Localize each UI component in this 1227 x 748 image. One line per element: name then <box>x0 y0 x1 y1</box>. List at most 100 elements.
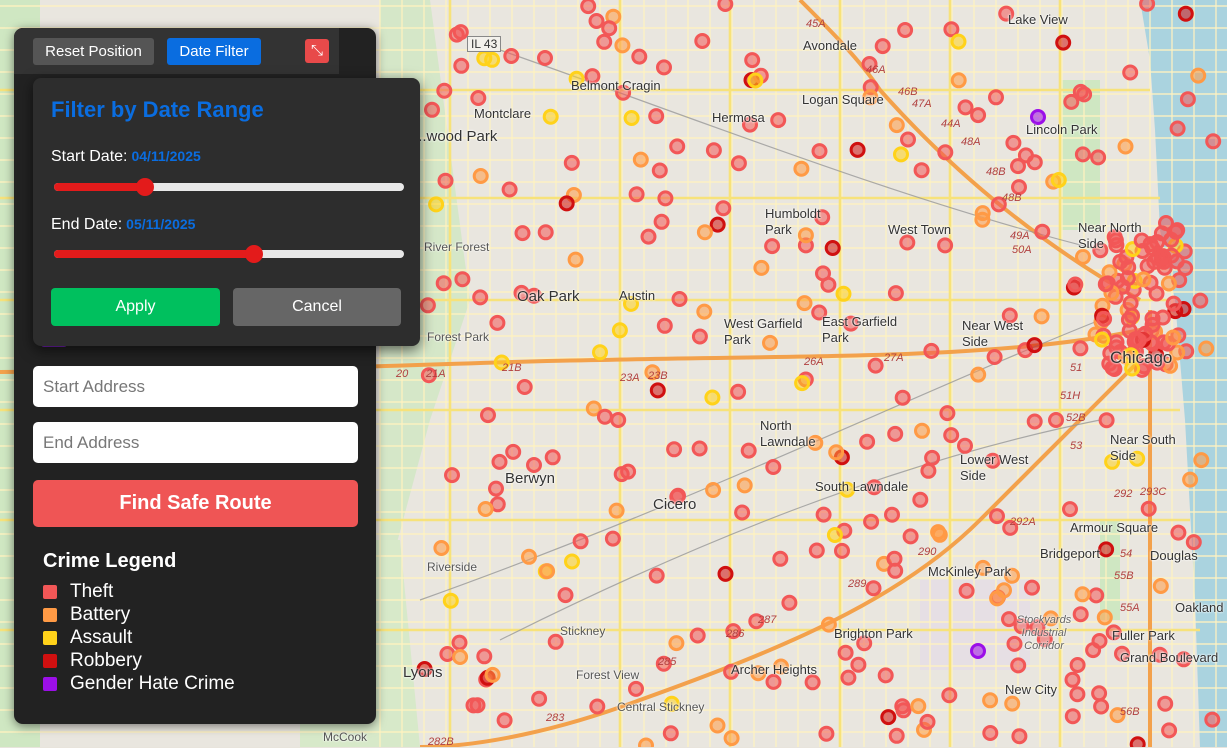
crime-marker[interactable] <box>1192 292 1209 309</box>
crime-marker[interactable] <box>631 48 648 65</box>
crime-marker[interactable] <box>811 143 828 160</box>
crime-marker[interactable] <box>765 459 782 475</box>
crime-marker[interactable] <box>970 107 987 124</box>
crime-marker[interactable] <box>793 160 810 177</box>
crime-marker[interactable] <box>1122 64 1139 81</box>
crime-marker[interactable] <box>1064 708 1081 725</box>
end-address-input[interactable] <box>33 422 358 463</box>
crime-marker[interactable] <box>958 582 975 599</box>
expand-icon[interactable]: ⤡ <box>305 39 329 63</box>
crime-marker[interactable] <box>957 437 973 454</box>
crime-marker[interactable] <box>1120 259 1137 276</box>
crime-marker[interactable] <box>648 108 665 125</box>
crime-marker[interactable] <box>628 186 645 203</box>
crime-marker[interactable] <box>1004 695 1021 712</box>
crime-marker[interactable] <box>596 33 613 50</box>
crime-marker[interactable] <box>1139 0 1156 12</box>
crime-marker[interactable] <box>1170 524 1187 541</box>
crime-marker[interactable] <box>1094 331 1110 348</box>
slider-handle[interactable] <box>244 245 263 263</box>
crime-marker[interactable] <box>435 275 452 292</box>
crime-marker[interactable] <box>469 697 486 714</box>
crime-marker[interactable] <box>818 725 835 742</box>
crime-marker[interactable] <box>572 533 589 550</box>
crime-marker[interactable] <box>840 669 857 686</box>
crime-marker[interactable] <box>1096 310 1113 327</box>
find-safe-route-button[interactable]: Find Safe Route <box>33 480 358 527</box>
crime-marker[interactable] <box>444 467 460 484</box>
crime-marker[interactable] <box>920 462 937 479</box>
crime-marker[interactable] <box>472 168 489 184</box>
crime-marker[interactable] <box>1204 711 1221 728</box>
crime-marker[interactable] <box>900 131 916 148</box>
crime-marker[interactable] <box>950 72 967 89</box>
crime-marker[interactable] <box>638 737 654 747</box>
crime-marker[interactable] <box>730 383 747 400</box>
crime-marker[interactable] <box>1024 579 1040 596</box>
crime-marker[interactable] <box>484 666 501 683</box>
crime-marker[interactable] <box>937 237 954 254</box>
crime-marker[interactable] <box>888 117 905 134</box>
crime-marker[interactable] <box>476 50 493 67</box>
crime-marker[interactable] <box>1072 340 1089 357</box>
crime-marker[interactable] <box>476 648 493 665</box>
crime-marker[interactable] <box>589 698 606 715</box>
crime-marker[interactable] <box>1152 578 1169 594</box>
crime-marker[interactable] <box>436 82 453 99</box>
crime-marker[interactable] <box>982 692 999 709</box>
start-address-input[interactable] <box>33 366 358 407</box>
crime-marker[interactable] <box>781 594 798 611</box>
crime-marker[interactable] <box>453 57 470 74</box>
end-date-slider[interactable] <box>54 245 404 263</box>
crime-marker[interactable] <box>671 291 688 307</box>
crime-marker[interactable] <box>764 238 781 255</box>
crime-marker[interactable] <box>1154 248 1171 265</box>
crime-marker[interactable] <box>691 440 708 457</box>
crime-marker[interactable] <box>887 285 904 302</box>
crime-marker[interactable] <box>580 0 597 15</box>
crime-marker[interactable] <box>736 477 753 494</box>
crime-marker[interactable] <box>1062 501 1078 518</box>
crime-marker[interactable] <box>531 690 548 707</box>
crime-marker[interactable] <box>1161 722 1178 739</box>
cancel-button[interactable]: Cancel <box>233 288 401 326</box>
crime-marker[interactable] <box>709 717 726 734</box>
crime-marker[interactable] <box>1090 149 1107 166</box>
crime-marker[interactable] <box>986 349 1003 365</box>
crime-marker[interactable] <box>542 108 559 125</box>
crime-marker[interactable] <box>657 190 674 207</box>
crime-marker[interactable] <box>834 542 850 559</box>
crime-marker[interactable] <box>1117 138 1134 155</box>
crime-marker[interactable] <box>865 580 882 597</box>
crime-marker[interactable] <box>765 673 782 690</box>
crime-marker[interactable] <box>899 234 916 251</box>
crime-marker[interactable] <box>666 441 683 458</box>
crime-marker[interactable] <box>544 449 561 466</box>
crime-marker[interactable] <box>628 680 644 697</box>
crime-marker[interactable] <box>488 480 504 497</box>
crime-marker[interactable] <box>923 342 940 359</box>
crime-marker[interactable] <box>747 72 764 89</box>
crime-marker[interactable] <box>592 344 608 361</box>
crime-marker[interactable] <box>887 425 904 442</box>
crime-marker[interactable] <box>849 141 866 158</box>
crime-marker[interactable] <box>730 155 747 172</box>
crime-marker[interactable] <box>448 26 465 43</box>
crime-marker[interactable] <box>623 110 640 126</box>
crime-marker[interactable] <box>1098 541 1115 558</box>
crime-marker[interactable] <box>1165 329 1182 346</box>
crime-marker[interactable] <box>939 405 956 422</box>
crime-marker[interactable] <box>558 195 575 212</box>
crime-marker[interactable] <box>557 587 574 604</box>
crime-marker[interactable] <box>1034 223 1051 240</box>
crime-marker[interactable] <box>656 317 673 334</box>
crime-marker[interactable] <box>815 506 832 523</box>
crime-marker[interactable] <box>656 59 672 76</box>
crime-marker[interactable] <box>477 501 494 517</box>
crime-marker[interactable] <box>454 271 471 288</box>
crime-marker[interactable] <box>1097 276 1114 293</box>
crime-marker[interactable] <box>588 13 605 29</box>
crime-marker[interactable] <box>1160 275 1177 292</box>
crime-marker[interactable] <box>950 33 967 50</box>
crime-marker[interactable] <box>496 712 513 729</box>
